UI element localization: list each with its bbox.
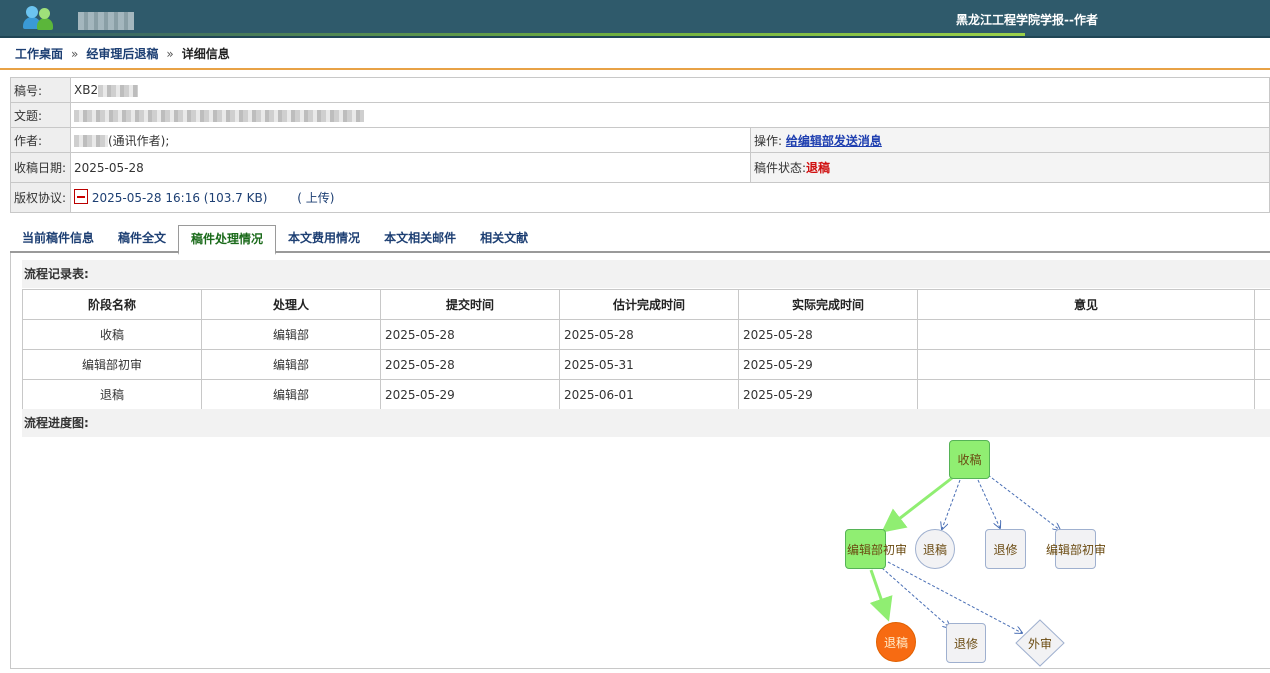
author-label: 作者:	[10, 127, 71, 153]
journal-title: 黑龙江工程学院学报--作者	[956, 13, 1098, 27]
flow-node-first-review-label: 编辑部初审	[847, 542, 908, 557]
flow-node-review-option[interactable]: 编辑部初审	[1046, 529, 1106, 569]
flow-node-external-review[interactable]: 外审	[1016, 624, 1064, 662]
status-cell: 稿件状态:退稿	[750, 152, 1270, 183]
actual-time: 2025-05-28	[738, 319, 918, 350]
actual-time: 2025-05-29	[738, 379, 918, 410]
estimated-time: 2025-05-28	[559, 319, 739, 350]
row-spacer	[1254, 319, 1270, 350]
handler: 编辑部	[201, 379, 381, 410]
opinion	[917, 379, 1255, 410]
header-accent-line	[0, 33, 1025, 36]
estimated-time: 2025-06-01	[559, 379, 739, 410]
stage-name: 退稿	[22, 379, 202, 410]
tab-related-literature[interactable]: 相关文献	[468, 225, 540, 253]
stage-name: 收稿	[22, 319, 202, 350]
flow-node-received[interactable]: 收稿	[949, 440, 990, 479]
author-value: (通讯作者);	[70, 127, 751, 153]
redacted-title	[74, 109, 364, 122]
manuscript-info-table: 稿号: XB2 文题: 作者: (通讯作者); 操作: 给编辑部发送消息 收稿日…	[10, 77, 1270, 213]
breadcrumb: 工作桌面 » 经审理后退稿 » 详细信息	[0, 40, 1270, 70]
handler: 编辑部	[201, 349, 381, 380]
actual-time: 2025-05-29	[738, 349, 918, 380]
opinion	[917, 319, 1255, 350]
action-label: 操作:	[754, 133, 783, 148]
author-role: (通讯作者);	[108, 133, 170, 148]
title-label: 文题:	[10, 102, 71, 128]
received-date: 2025-05-28	[70, 152, 751, 183]
flow-node-reject-option[interactable]: 退稿	[915, 529, 955, 569]
breadcrumb-separator: »	[166, 47, 174, 61]
manuscript-id-label: 稿号:	[10, 77, 71, 103]
flow-node-review-option-label: 编辑部初审	[1046, 542, 1107, 557]
flow-record-table: 阶段名称 处理人 提交时间 估计完成时间 实际完成时间 意见 收稿 编辑部 20…	[22, 289, 1270, 410]
flow-node-first-review[interactable]: 编辑部初审	[845, 529, 907, 569]
column-header: 估计完成时间	[559, 289, 739, 320]
title-value	[70, 102, 1270, 128]
flow-record-title: 流程记录表:	[22, 260, 1270, 288]
top-header: 黑龙江工程学院学报--作者	[0, 0, 1270, 38]
breadcrumb-current: 详细信息	[181, 47, 230, 61]
handler: 编辑部	[201, 319, 381, 350]
flow-node-revise-option[interactable]: 退修	[985, 529, 1026, 569]
redacted-text	[98, 84, 139, 97]
copyright-value: 2025-05-28 16:16 (103.7 KB) ( 上传)	[70, 182, 1270, 213]
copyright-file-link[interactable]: 2025-05-28 16:16 (103.7 KB)	[92, 191, 268, 205]
submit-time: 2025-05-28	[380, 319, 560, 350]
table-row: 收稿 编辑部 2025-05-28 2025-05-28 2025-05-28	[22, 319, 1270, 350]
manuscript-id-prefix: XB2	[74, 83, 99, 97]
column-header: 提交时间	[380, 289, 560, 320]
user-name-redacted	[78, 12, 134, 30]
column-header: 意见	[917, 289, 1255, 320]
users-logo-icon	[22, 4, 56, 32]
row-spacer	[1254, 349, 1270, 380]
row-spacer	[1254, 379, 1270, 410]
breadcrumb-list-link[interactable]: 经审理后退稿	[86, 47, 158, 61]
flow-chart-title: 流程进度图:	[22, 409, 1270, 437]
tab-processing-status[interactable]: 稿件处理情况	[178, 225, 277, 255]
copyright-label: 版权协议:	[10, 182, 71, 213]
submit-time: 2025-05-29	[380, 379, 560, 410]
detail-tabs: 当前稿件信息 稿件全文 稿件处理情况 本文费用情况 本文相关邮件 相关文献	[10, 225, 1270, 255]
tab-fees[interactable]: 本文费用情况	[276, 225, 372, 253]
manuscript-id-value: XB2	[70, 77, 1270, 103]
submit-time: 2025-05-28	[380, 349, 560, 380]
column-header: 阶段名称	[22, 289, 202, 320]
breadcrumb-home-link[interactable]: 工作桌面	[15, 47, 63, 61]
send-message-link[interactable]: 给编辑部发送消息	[786, 134, 882, 148]
tab-full-text[interactable]: 稿件全文	[106, 225, 178, 253]
estimated-time: 2025-05-31	[559, 349, 739, 380]
column-header-spacer	[1254, 289, 1270, 320]
tab-current-info[interactable]: 当前稿件信息	[10, 225, 106, 253]
action-cell: 操作: 给编辑部发送消息	[750, 127, 1270, 153]
redacted-author	[74, 135, 108, 147]
stage-name: 编辑部初审	[22, 349, 202, 380]
upload-link[interactable]: ( 上传)	[297, 191, 334, 205]
table-row: 退稿 编辑部 2025-05-29 2025-06-01 2025-05-29	[22, 379, 1270, 410]
status-badge: 退稿	[806, 161, 831, 175]
column-header: 实际完成时间	[738, 289, 918, 320]
table-header-row: 阶段名称 处理人 提交时间 估计完成时间 实际完成时间 意见	[22, 289, 1270, 320]
breadcrumb-separator: »	[71, 47, 79, 61]
column-header: 处理人	[201, 289, 381, 320]
status-label: 稿件状态:	[754, 161, 807, 175]
tab-related-emails[interactable]: 本文相关邮件	[372, 225, 468, 253]
flow-node-current-reject[interactable]: 退稿	[876, 622, 916, 662]
flow-node-revise-option-2[interactable]: 退修	[946, 623, 986, 663]
table-row: 编辑部初审 编辑部 2025-05-28 2025-05-31 2025-05-…	[22, 349, 1270, 380]
opinion	[917, 349, 1255, 380]
pdf-file-icon[interactable]	[74, 189, 88, 204]
received-label: 收稿日期:	[10, 152, 71, 183]
